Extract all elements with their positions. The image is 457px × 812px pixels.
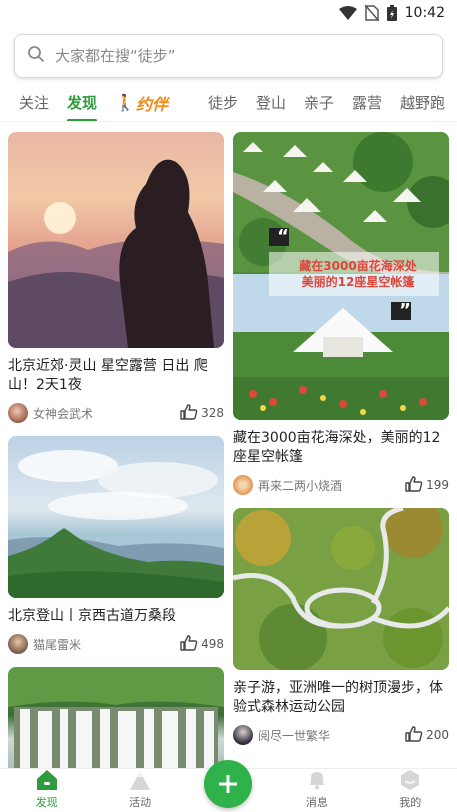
author-name[interactable]: 再来二两小烧酒: [258, 477, 405, 494]
tab-climbing[interactable]: 登山: [247, 84, 295, 121]
author-name[interactable]: 阅尽一世繁华: [258, 727, 405, 744]
category-tabs: 关注 发现 🚶 约伴 徒步 登山 亲子 露营 越野跑: [0, 84, 457, 122]
tab-discover[interactable]: 发现: [58, 84, 106, 121]
feed: 北京近郊·灵山 星空露营 日出 爬山！2天1夜 女神会武术 328 北京登山丨京…: [0, 128, 457, 768]
battery-icon: [386, 5, 397, 21]
like-button[interactable]: 328: [180, 403, 224, 423]
card-title[interactable]: 亲子游，亚洲唯一的树顶漫步，体验式森林运动公园: [233, 679, 449, 717]
feed-card[interactable]: 藏在3000亩花海深处 美丽的12座星空帐篷 “ ” 藏在3000亩花海深处，美…: [233, 132, 449, 496]
like-count: 498: [201, 637, 224, 651]
like-count: 328: [201, 406, 224, 420]
like-button[interactable]: 199: [405, 475, 449, 495]
quote-open-icon: “: [277, 226, 289, 247]
card-title[interactable]: 藏在3000亩花海深处，美丽的12座星空帐篷: [233, 429, 449, 467]
search-bar[interactable]: [14, 34, 443, 78]
tab-follow[interactable]: 关注: [10, 84, 58, 121]
quote-close-icon: ”: [399, 300, 411, 321]
feed-card[interactable]: 北京登山丨京西古道万桑段 猫尾雷米 498: [8, 436, 224, 655]
thumbs-up-icon: [405, 475, 423, 495]
like-count: 200: [426, 728, 449, 742]
like-button[interactable]: 498: [180, 634, 224, 654]
thumbs-up-icon: [180, 634, 198, 654]
card-image-tents[interactable]: 藏在3000亩花海深处 美丽的12座星空帐篷 “ ”: [233, 132, 449, 420]
status-time: 10:42: [404, 5, 445, 21]
no-sim-icon: [364, 5, 379, 21]
card-title[interactable]: 北京近郊·灵山 星空露营 日出 爬山！2天1夜: [8, 357, 224, 395]
overlay-caption: 藏在3000亩花海深处 美丽的12座星空帐篷: [299, 259, 417, 289]
author-name[interactable]: 女神会武术: [33, 405, 180, 422]
partner-logo-icon: 🚶: [115, 93, 135, 112]
bell-icon: [306, 769, 328, 794]
search-icon: [27, 45, 45, 67]
nav-messages[interactable]: 消息: [282, 769, 352, 810]
profile-icon: [399, 769, 421, 794]
feed-column-right: 藏在3000亩花海深处 美丽的12座星空帐篷 “ ” 藏在3000亩花海深处，美…: [233, 132, 449, 768]
nav-discover[interactable]: 发现: [12, 769, 82, 810]
home-icon: [35, 769, 59, 794]
feed-card[interactable]: 亲子游，亚洲唯一的树顶漫步，体验式森林运动公园 阅尽一世繁华 200: [233, 508, 449, 746]
search-input[interactable]: [55, 47, 430, 65]
like-count: 199: [426, 478, 449, 492]
tab-trail-running[interactable]: 越野跑: [391, 84, 454, 121]
feed-card[interactable]: [8, 667, 224, 768]
feed-column-left: 北京近郊·灵山 星空露营 日出 爬山！2天1夜 女神会武术 328 北京登山丨京…: [8, 132, 224, 768]
tab-hiking[interactable]: 徒步: [199, 84, 247, 121]
avatar[interactable]: [233, 475, 253, 495]
avatar[interactable]: [8, 634, 28, 654]
nav-activity[interactable]: 活动: [105, 769, 175, 810]
tab-camping[interactable]: 露营: [343, 84, 391, 121]
like-button[interactable]: 200: [405, 725, 449, 745]
thumbs-up-icon: [180, 403, 198, 423]
card-image-sunset[interactable]: [8, 132, 224, 348]
nav-profile[interactable]: 我的: [375, 769, 445, 810]
plus-icon: [217, 765, 239, 803]
thumbs-up-icon: [405, 725, 423, 745]
card-image-treetop-walk[interactable]: [233, 508, 449, 670]
tab-partner[interactable]: 🚶 约伴: [106, 84, 177, 121]
avatar[interactable]: [233, 725, 253, 745]
card-image-mountains[interactable]: [8, 436, 224, 598]
card-image-waterfall[interactable]: [8, 667, 224, 768]
mountain-icon: [128, 769, 152, 794]
status-bar: 10:42: [0, 0, 457, 26]
feed-card[interactable]: 北京近郊·灵山 星空露营 日出 爬山！2天1夜 女神会武术 328: [8, 132, 224, 424]
author-name[interactable]: 猫尾雷米: [33, 636, 180, 653]
create-post-button[interactable]: [204, 760, 252, 808]
card-title[interactable]: 北京登山丨京西古道万桑段: [8, 607, 224, 626]
tab-family[interactable]: 亲子: [295, 84, 343, 121]
wifi-icon: [338, 6, 357, 20]
avatar[interactable]: [8, 403, 28, 423]
